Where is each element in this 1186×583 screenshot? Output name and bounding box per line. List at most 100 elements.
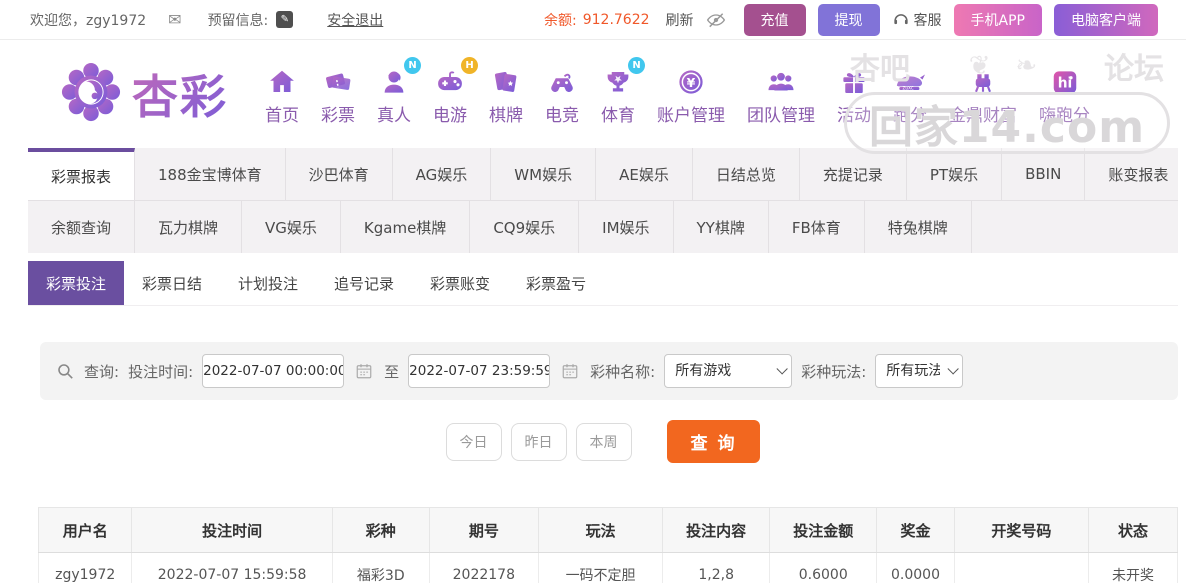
nav-item-sports[interactable]: N 体育 <box>590 63 646 126</box>
today-button[interactable]: 今日 <box>446 423 502 461</box>
nav-item-live[interactable]: N 真人 <box>366 63 422 126</box>
live-person-icon: N <box>379 63 409 97</box>
status-badge: 未开奖 <box>1089 553 1178 583</box>
nav-item-account[interactable]: ¥ 账户管理 <box>646 63 736 126</box>
tripod-icon <box>968 63 998 97</box>
balance-value: 912.7622 <box>583 12 650 28</box>
nav-label: 活动 <box>837 101 871 126</box>
bet-time-to-input[interactable] <box>408 354 550 388</box>
col-play-type: 玩法 <box>539 508 663 553</box>
tab-balance-query[interactable]: 余额查询 <box>28 201 135 253</box>
mobile-app-button[interactable]: 手机APP <box>954 4 1042 36</box>
tab-ag[interactable]: AG娱乐 <box>393 148 492 200</box>
deposit-button[interactable]: 充值 <box>744 4 806 36</box>
col-bet-time: 投注时间 <box>132 508 332 553</box>
cell-prize: 0.0000 <box>877 553 954 583</box>
cell-play-type: 一码不定胆 <box>539 553 663 583</box>
tab-yy-cards[interactable]: YY棋牌 <box>674 201 769 253</box>
nav-item-team[interactable]: 团队管理 <box>736 63 826 126</box>
nav-item-jinding[interactable]: 金鼎财富 <box>938 63 1028 126</box>
cell-bet-content: 1,2,8 <box>663 553 770 583</box>
col-username: 用户名 <box>39 508 132 553</box>
subtab-plan-bets[interactable]: 计划投注 <box>220 261 316 305</box>
customer-service-button[interactable]: 客服 <box>892 9 942 31</box>
subtab-lottery-daily[interactable]: 彩票日结 <box>124 261 220 305</box>
hi-icon: hi <box>1050 63 1080 97</box>
tab-188-sport[interactable]: 188金宝博体育 <box>135 148 286 200</box>
new-badge: N <box>404 57 421 74</box>
cell-bet-time: 2022-07-07 15:59:58 <box>132 553 332 583</box>
tab-deposit-withdraw-records[interactable]: 充提记录 <box>800 148 907 200</box>
balance-label: 余额: <box>544 10 577 30</box>
quick-actions: 今日 昨日 本周 查 询 <box>28 420 1178 463</box>
yuan-coin-icon: ¥ <box>676 63 706 97</box>
tab-fb-sport[interactable]: FB体育 <box>769 201 865 253</box>
cards-icon <box>491 63 521 97</box>
mail-icon[interactable]: ✉ <box>168 10 181 29</box>
tab-kgame[interactable]: Kgame棋牌 <box>341 201 470 253</box>
subtab-lottery-account-change[interactable]: 彩票账变 <box>412 261 508 305</box>
nav-item-egame[interactable]: H 电游 <box>422 63 478 126</box>
watermark-right-text: 论坛 <box>1104 44 1164 88</box>
this-week-button[interactable]: 本周 <box>576 423 632 461</box>
tab-im[interactable]: IM娱乐 <box>579 201 673 253</box>
subtab-lottery-bets[interactable]: 彩票投注 <box>28 261 124 305</box>
logout-link[interactable]: 安全退出 <box>327 10 383 30</box>
nav-label: 嗨跑分 <box>1039 101 1090 126</box>
query-label: 查询: <box>84 361 119 382</box>
nav-label: 彩票 <box>321 101 355 126</box>
nav-label: 真人 <box>377 101 411 126</box>
tab-saba-sport[interactable]: 沙巴体育 <box>286 148 393 200</box>
tab-cq9[interactable]: CQ9娱乐 <box>470 201 579 253</box>
nav-item-promo[interactable]: 活动 <box>826 63 882 126</box>
refresh-button[interactable]: 刷新 <box>666 10 694 30</box>
calendar-icon[interactable] <box>561 362 579 380</box>
tab-vg[interactable]: VG娱乐 <box>242 201 341 253</box>
col-lottery-type: 彩种 <box>332 508 429 553</box>
play-type-label: 彩种玩法: <box>801 361 866 382</box>
nav-label: 电游 <box>433 101 467 126</box>
tab-bbin[interactable]: BBIN <box>1002 148 1085 200</box>
nav-item-home[interactable]: 首页 <box>254 63 310 126</box>
bet-records-table: 用户名 投注时间 彩种 期号 玩法 投注内容 投注金额 奖金 开奖号码 状态 z… <box>38 507 1178 583</box>
search-button[interactable]: 查 询 <box>667 420 761 463</box>
eye-slash-icon[interactable] <box>706 10 726 30</box>
game-select[interactable]: 所有游戏 <box>664 354 792 388</box>
nav-label: 棋牌 <box>489 101 523 126</box>
report-tabs-row1: 彩票报表 188金宝博体育 沙巴体育 AG娱乐 WM娱乐 AE娱乐 日结总览 充… <box>28 148 1178 201</box>
cell-username: zgy1972 <box>39 553 132 583</box>
bet-time-label: 投注时间: <box>128 361 193 382</box>
tab-wali-cards[interactable]: 瓦力棋牌 <box>135 201 242 253</box>
cell-draw-number <box>954 553 1088 583</box>
nav-item-lottery[interactable]: 彩票 <box>310 63 366 126</box>
hot-badge: H <box>461 57 478 74</box>
main-nav: 首页 彩票 N 真人 H 电游 棋牌 电竞 <box>254 63 1101 126</box>
tab-account-change-report[interactable]: 账变报表 <box>1085 148 1186 200</box>
tab-pt[interactable]: PT娱乐 <box>907 148 1002 200</box>
edit-icon[interactable]: ✎ <box>276 11 293 28</box>
nav-item-hipaofen[interactable]: hi 嗨跑分 <box>1028 63 1101 126</box>
nav-item-paofen[interactable]: ZuXC 跑分 <box>882 63 938 126</box>
yesterday-button[interactable]: 昨日 <box>511 423 567 461</box>
cell-bet-amount: 0.6000 <box>770 553 877 583</box>
top-bar: 欢迎您，zgy1972 ✉ 预留信息: ✎ 安全退出 余额: 912.7622 … <box>0 0 1186 40</box>
withdraw-button[interactable]: 提现 <box>818 4 880 36</box>
pc-client-button[interactable]: 电脑客户端 <box>1054 4 1158 36</box>
tab-ae[interactable]: AE娱乐 <box>596 148 693 200</box>
subtab-lottery-profit-loss[interactable]: 彩票盈亏 <box>508 261 604 305</box>
nav-label: 首页 <box>265 101 299 126</box>
subtab-chase-records[interactable]: 追号记录 <box>316 261 412 305</box>
tab-daily-summary[interactable]: 日结总览 <box>693 148 800 200</box>
play-type-select[interactable]: 所有玩法 <box>875 354 963 388</box>
tab-tetu-cards[interactable]: 特兔棋牌 <box>865 201 972 253</box>
gift-icon <box>839 63 869 97</box>
col-status: 状态 <box>1089 508 1178 553</box>
tab-wm[interactable]: WM娱乐 <box>491 148 596 200</box>
tab-lottery-report[interactable]: 彩票报表 <box>28 148 135 200</box>
table-row: zgy1972 2022-07-07 15:59:58 福彩3D 2022178… <box>39 553 1178 583</box>
calendar-icon[interactable] <box>355 362 373 380</box>
nav-item-esports[interactable]: 电竞 <box>534 63 590 126</box>
nav-item-cards[interactable]: 棋牌 <box>478 63 534 126</box>
site-logo[interactable]: 杏彩 <box>60 61 228 127</box>
bet-time-from-input[interactable] <box>202 354 344 388</box>
